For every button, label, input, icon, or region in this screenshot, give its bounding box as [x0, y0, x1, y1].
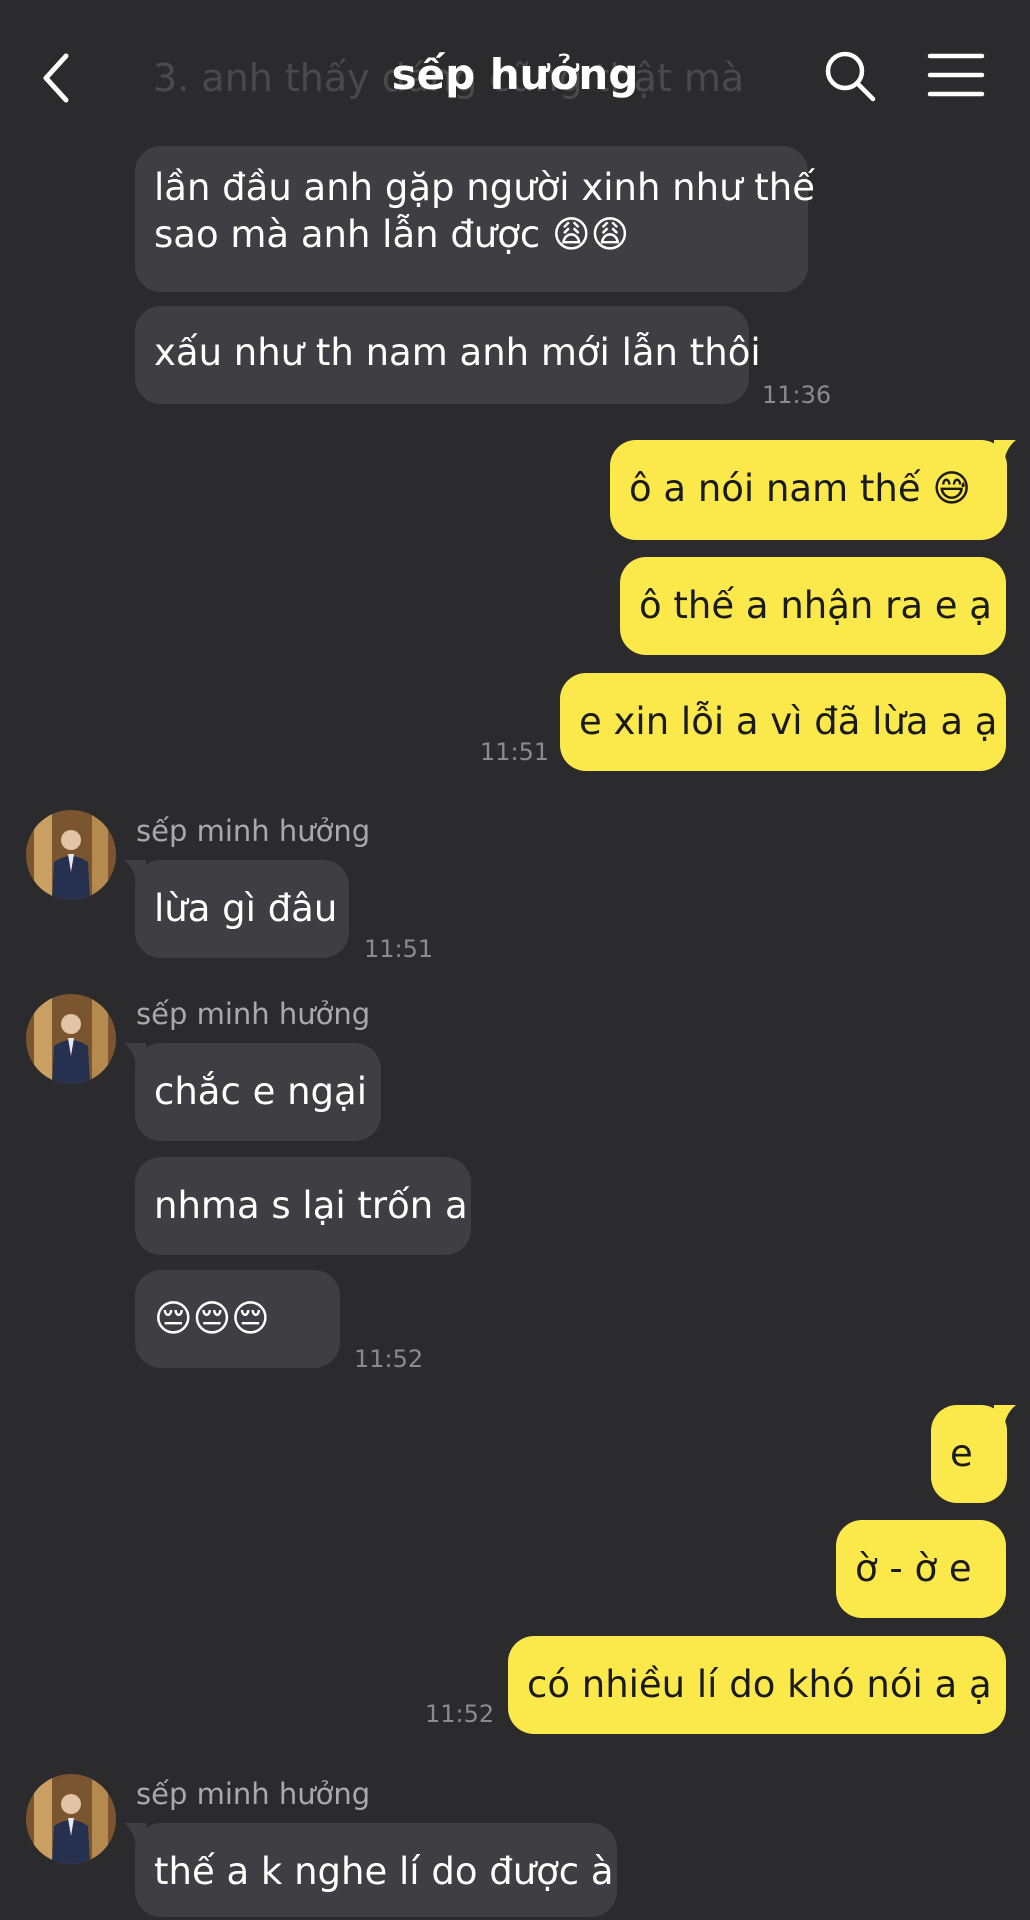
message-text: lừa gì đâu: [154, 887, 338, 930]
back-button[interactable]: [36, 48, 80, 108]
avatar[interactable]: [26, 1774, 116, 1864]
outgoing-message-bubble[interactable]: có nhiều lí do khó nói a ạ: [508, 1636, 1006, 1734]
search-button[interactable]: [822, 48, 878, 104]
sender-name: sếp minh hưởng: [136, 1777, 371, 1811]
search-icon: [825, 51, 876, 102]
outgoing-message-bubble[interactable]: e xin lỗi a vì đã lừa a ạ: [560, 673, 1006, 771]
bubble-tail: [994, 1405, 1016, 1427]
message-text: 😔😔😔: [154, 1297, 270, 1340]
sender-name: sếp minh hưởng: [136, 814, 371, 848]
bubble-tail: [124, 860, 146, 882]
message-timestamp: 11:51: [480, 738, 550, 766]
message-text-line: sao mà anh lẫn được 😩😩: [154, 213, 630, 256]
menu-button[interactable]: [926, 50, 986, 100]
message-text: có nhiều lí do khó nói a ạ: [527, 1663, 992, 1706]
message-timestamp: 11:52: [425, 1700, 495, 1728]
avatar[interactable]: [26, 810, 116, 900]
message-timestamp: 11:51: [364, 935, 434, 963]
bubble-tail: [994, 440, 1016, 462]
incoming-message-bubble[interactable]: xấu như th nam anh mới lẫn thôi: [135, 306, 761, 404]
sender-name: sếp minh hưởng: [136, 997, 371, 1031]
message-text: thế a k nghe lí do được à: [154, 1850, 614, 1893]
avatar-photo: [26, 994, 116, 1084]
incoming-message-bubble[interactable]: lần đầu anh gặp người xinh như thế sao m…: [135, 146, 816, 292]
message-text: xấu như th nam anh mới lẫn thôi: [154, 331, 761, 374]
message-timestamp: 11:52: [354, 1345, 424, 1373]
chat-header: 3. anh thấy dáng cũng thật mà sếp hưởng: [0, 0, 1030, 140]
message-text: e: [950, 1432, 973, 1475]
incoming-message-bubble[interactable]: lừa gì đâu: [135, 860, 349, 958]
incoming-message-bubble[interactable]: thế a k nghe lí do được à: [135, 1823, 617, 1917]
bubble-tail: [124, 1043, 146, 1065]
message-text: ô thế a nhận ra e ạ: [639, 584, 992, 627]
message-text: ờ - ờ e: [855, 1547, 972, 1590]
message-text: e xin lỗi a vì đã lừa a ạ: [579, 700, 998, 743]
avatar-photo: [26, 810, 116, 900]
avatar-photo: [26, 1774, 116, 1864]
outgoing-message-bubble[interactable]: ờ - ờ e: [836, 1520, 1006, 1618]
message-text: chắc e ngại: [154, 1070, 367, 1113]
message-text: ô a nói nam thế 😅: [629, 467, 971, 510]
bubble-tail: [124, 1823, 146, 1845]
chevron-left-icon: [43, 53, 69, 103]
incoming-message-bubble[interactable]: nhma s lại trốn a: [135, 1157, 471, 1255]
outgoing-message-bubble[interactable]: ô a nói nam thế 😅: [610, 440, 1007, 540]
hamburger-menu-icon: [927, 53, 985, 97]
outgoing-message-bubble[interactable]: ô thế a nhận ra e ạ: [620, 557, 1006, 655]
incoming-message-bubble[interactable]: chắc e ngại: [135, 1043, 381, 1141]
message-text: nhma s lại trốn a: [154, 1184, 468, 1227]
message-text-line: lần đầu anh gặp người xinh như thế: [154, 166, 816, 209]
message-timestamp: 11:36: [762, 381, 832, 409]
avatar[interactable]: [26, 994, 116, 1084]
incoming-message-bubble[interactable]: 😔😔😔: [135, 1270, 340, 1368]
